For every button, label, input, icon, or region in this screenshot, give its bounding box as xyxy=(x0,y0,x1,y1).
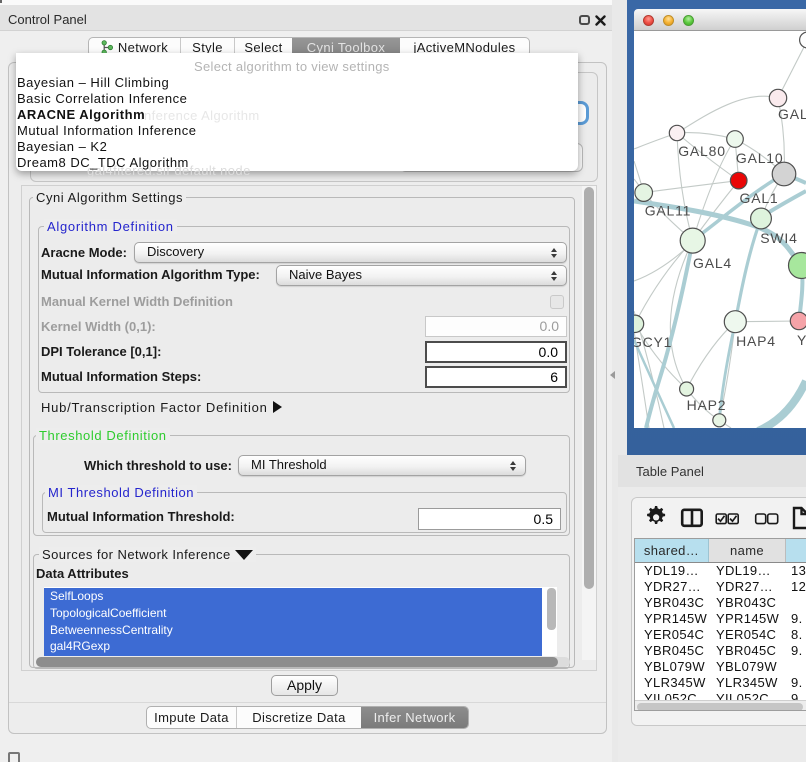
svg-text:GAL4: GAL4 xyxy=(693,255,732,271)
svg-text:GAL10: GAL10 xyxy=(736,150,784,166)
svg-text:GAL1: GAL1 xyxy=(740,190,779,206)
svg-text:GCY1: GCY1 xyxy=(634,334,672,350)
svg-text:GAL7: GAL7 xyxy=(778,106,806,122)
svg-text:HAP4: HAP4 xyxy=(736,333,776,349)
svg-text:GAL80: GAL80 xyxy=(678,143,726,159)
svg-text:GAL11: GAL11 xyxy=(645,203,692,219)
svg-text:SWI4: SWI4 xyxy=(760,230,797,246)
svg-text:HAP2: HAP2 xyxy=(687,397,727,413)
svg-text:YJ: YJ xyxy=(797,332,806,348)
